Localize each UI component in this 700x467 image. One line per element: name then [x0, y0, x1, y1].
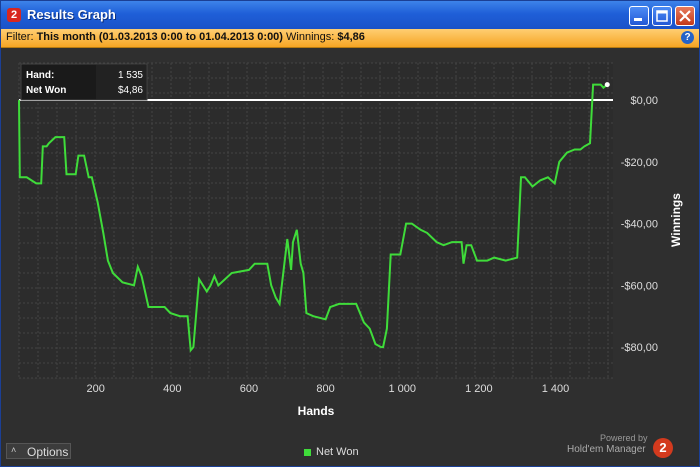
window-title: Results Graph — [27, 7, 116, 22]
minimize-button[interactable] — [629, 6, 649, 26]
y-tick-label: $0,00 — [630, 95, 658, 107]
x-tick-label: 600 — [240, 383, 258, 395]
tooltip-net-label: Net Won — [26, 85, 66, 96]
x-tick-label: 800 — [316, 383, 334, 395]
maximize-icon — [656, 10, 668, 22]
holdem-manager-logo-icon: 2 — [653, 438, 673, 458]
results-chart: 200 400 600 800 1 000 1 200 1 400 $0,00 -$20,00… — [1, 48, 699, 433]
powered-by-text: Powered by — [600, 433, 648, 443]
options-button[interactable]: ˄ Options — [6, 443, 71, 459]
winnings-value: $4,86 — [337, 31, 365, 43]
filter-label: Filter: — [6, 31, 34, 43]
x-tick-label: 1 400 — [542, 383, 570, 395]
options-label: Options — [27, 445, 69, 459]
x-tick-label: 1 200 — [465, 383, 493, 395]
y-tick-label: -$20,00 — [621, 157, 658, 169]
filter-text: Filter: This month (01.03.2013 0:00 to 0… — [6, 31, 365, 43]
winnings-label: Winnings: — [286, 31, 335, 43]
maximize-button[interactable] — [652, 6, 672, 26]
x-tick-label: 200 — [86, 383, 104, 395]
results-graph-window: 2 Results Graph Filter: This month (01.0… — [0, 0, 700, 467]
hover-point — [604, 82, 610, 88]
brand-name: Hold'em Manager — [567, 444, 646, 455]
filter-bar: Filter: This month (01.03.2013 0:00 to 0… — [1, 29, 699, 48]
x-tick-label: 1 000 — [388, 383, 416, 395]
tooltip-net-value: $4,86 — [118, 85, 143, 96]
title-bar[interactable]: 2 Results Graph — [1, 1, 699, 29]
close-button[interactable] — [675, 6, 695, 26]
plot-area — [19, 63, 613, 378]
y-axis-label: Winnings — [669, 193, 683, 247]
hand-tooltip: Hand: 1 535 Net Won $4,86 — [20, 63, 148, 101]
y-tick-label: -$60,00 — [621, 280, 658, 292]
legend-label-net-won: Net Won — [316, 446, 359, 458]
help-icon[interactable]: ? — [681, 31, 694, 44]
tooltip-hand-label: Hand: — [26, 70, 54, 81]
chevron-up-icon: ˄ — [11, 445, 17, 455]
tooltip-hand-value: 1 535 — [118, 70, 143, 81]
y-tick-label: -$80,00 — [621, 342, 658, 354]
minimize-icon — [634, 18, 642, 21]
y-tick-label: -$40,00 — [621, 219, 658, 231]
legend-swatch-net-won — [304, 449, 311, 456]
app-icon: 2 — [7, 8, 21, 22]
x-axis-label: Hands — [298, 404, 335, 418]
filter-period: This month (01.03.2013 0:00 to 01.04.201… — [36, 31, 283, 43]
close-icon — [679, 10, 691, 22]
x-tick-label: 400 — [163, 383, 181, 395]
